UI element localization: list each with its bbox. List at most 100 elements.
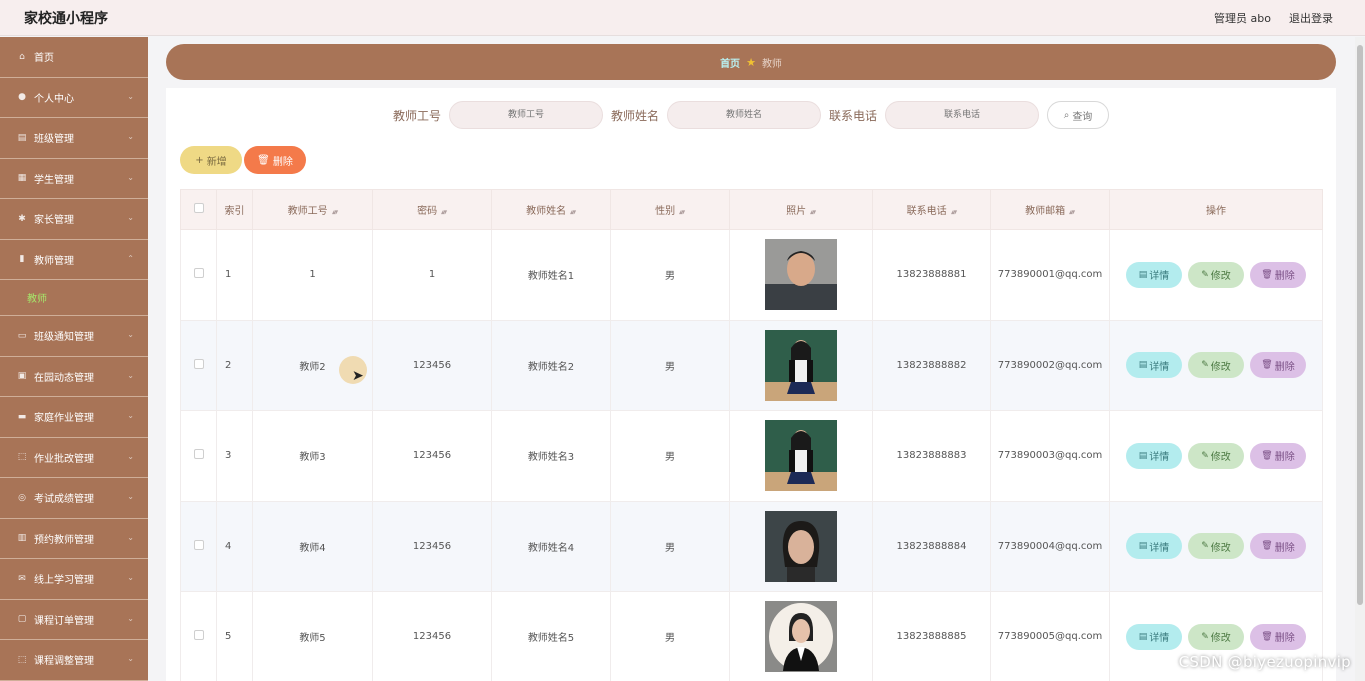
- select-all-checkbox[interactable]: [193, 203, 204, 213]
- delete-button[interactable]: 🗑 删除: [1250, 352, 1306, 379]
- row-checkbox-cell[interactable]: [180, 591, 217, 681]
- breadcrumb-home[interactable]: 首页: [720, 55, 740, 70]
- breadcrumb: 首页 ★ 教师: [166, 44, 1336, 80]
- cell-phone: 13823888884: [872, 500, 991, 592]
- sidebar-item-4[interactable]: ✱ 家长管理 ⌄: [0, 199, 148, 240]
- cell-name: 教师姓名2: [491, 319, 611, 411]
- search-input-1[interactable]: [667, 101, 821, 129]
- detail-button[interactable]: ▤ 详情: [1126, 352, 1182, 379]
- table-row[interactable]: 4 教师4 123456 教师姓名4 男 13823888884 773890004@qq.…: [180, 500, 1323, 592]
- sidebar-item-5[interactable]: ▮ 教师管理 ⌃: [0, 240, 148, 280]
- cart-icon: ▣: [17, 371, 27, 382]
- column-header: [180, 189, 217, 230]
- row-actions: ▤ 详情 ✎ 修改 🗑 删除: [1110, 352, 1322, 379]
- row-checkbox[interactable]: [193, 630, 204, 641]
- sort-icon[interactable]: ▲▼: [332, 209, 338, 215]
- sidebar-item-7[interactable]: ▣ 在园动态管理 ⌄: [0, 357, 148, 397]
- sidebar-item-3[interactable]: ▦ 学生管理 ⌄: [0, 159, 148, 199]
- row-checkbox[interactable]: [193, 268, 204, 279]
- table-row[interactable]: 1 1 1 教师姓名1 男 13823888881 773890001@qq.com ▤ 详情 ✎…: [180, 229, 1323, 321]
- pencil-icon: ✎: [1201, 450, 1209, 461]
- column-header[interactable]: 教师姓名 ▲▼: [491, 189, 611, 230]
- trash-icon: 🗑: [1261, 541, 1273, 552]
- search-button[interactable]: ⌕ 查询: [1047, 101, 1110, 129]
- photo-woman-portrait: [765, 510, 837, 582]
- grid-icon: ▦: [17, 173, 27, 184]
- edit-button-label: 修改: [1210, 361, 1231, 373]
- sidebar-item-6[interactable]: ▭ 班级通知管理 ⌄: [0, 316, 148, 357]
- mail-icon: ✉: [18, 573, 26, 584]
- frame-icon: ⬚: [17, 452, 27, 463]
- sidebar-item-8[interactable]: ▬ 家庭作业管理 ⌄: [0, 397, 148, 438]
- sidebar-item-label: 教师管理: [34, 255, 74, 267]
- detail-button[interactable]: ▤ 详情: [1126, 533, 1182, 560]
- column-header[interactable]: 教师邮箱 ▲▼: [990, 189, 1110, 230]
- column-header[interactable]: 密码 ▲▼: [372, 189, 492, 230]
- row-actions: ▤ 详情 ✎ 修改 🗑 删除: [1110, 442, 1322, 469]
- edit-button[interactable]: ✎ 修改: [1188, 352, 1244, 379]
- cell-photo: [729, 500, 873, 592]
- column-header-label: 教师邮箱: [1025, 206, 1066, 217]
- detail-button[interactable]: ▤ 详情: [1126, 623, 1182, 650]
- sort-icon[interactable]: ▲▼: [1069, 209, 1075, 215]
- sidebar-item-2[interactable]: ▤ 班级管理 ⌄: [0, 118, 148, 159]
- table-row[interactable]: 3 教师3 123456 教师姓名3 男 13823888883 773890003@qq.…: [180, 410, 1323, 502]
- edit-button[interactable]: ✎ 修改: [1188, 533, 1244, 560]
- sidebar: ⌂ 首页 ● 个人中心 ⌄ ▤ 班级管理 ⌄ ▦ 学生管理 ⌄ ✱ 家长管理 ⌄ ▮ 教师管理 ⌃ 教师 ▭ 班级通知…: [0, 37, 148, 681]
- search-input-0[interactable]: [448, 101, 603, 129]
- cell-phone: 13823888881: [872, 229, 991, 321]
- row-checkbox-cell[interactable]: [180, 319, 217, 411]
- row-checkbox-cell[interactable]: [180, 229, 217, 321]
- cell-email: 773890003@qq.com: [990, 410, 1110, 502]
- edit-button[interactable]: ✎ 修改: [1188, 623, 1244, 650]
- sidebar-item-10[interactable]: ◎ 考试成绩管理 ⌄: [0, 478, 148, 519]
- row-checkbox[interactable]: [193, 449, 204, 460]
- sidebar-subitem-teacher[interactable]: 教师: [0, 280, 148, 316]
- row-checkbox[interactable]: [193, 358, 204, 369]
- delete-button[interactable]: 🗑 删除: [1250, 442, 1306, 469]
- add-button[interactable]: + 新增: [180, 146, 242, 174]
- column-header-label: 教师姓名: [526, 206, 567, 217]
- sidebar-item-11[interactable]: ▥ 预约教师管理 ⌄: [0, 519, 148, 559]
- sidebar-item-12[interactable]: ✉ 线上学习管理 ⌄: [0, 559, 148, 600]
- sort-icon[interactable]: ▲▼: [441, 209, 447, 215]
- table-row[interactable]: 5 教师5 123456 教师姓名5 男 13823888885 773890005@qq.…: [180, 591, 1323, 681]
- admin-label[interactable]: 管理员 abo: [1214, 10, 1271, 26]
- sort-icon[interactable]: ▲▼: [951, 209, 957, 215]
- breadcrumb-current: 教师: [761, 58, 782, 70]
- edit-button[interactable]: ✎ 修改: [1188, 442, 1244, 469]
- row-checkbox-cell[interactable]: [180, 410, 217, 502]
- column-header[interactable]: 联系电话 ▲▼: [872, 189, 991, 230]
- scrollbar-thumb[interactable]: [1357, 45, 1363, 605]
- sort-icon[interactable]: ▲▼: [570, 209, 576, 215]
- detail-button[interactable]: ▤ 详情: [1126, 261, 1182, 288]
- sidebar-item-0[interactable]: ⌂ 首页: [0, 37, 148, 78]
- sidebar-item-14[interactable]: ⬚ 课程调整管理 ⌄: [0, 640, 148, 681]
- sidebar-item-label: 线上学习管理: [34, 575, 94, 587]
- sort-icon[interactable]: ▲▼: [810, 209, 816, 215]
- sidebar-item-9[interactable]: ⬚ 作业批改管理 ⌄: [0, 438, 148, 478]
- column-header-label: 操作: [1206, 206, 1226, 217]
- column-header[interactable]: 照片 ▲▼: [729, 189, 873, 230]
- detail-button[interactable]: ▤ 详情: [1126, 442, 1182, 469]
- delete-button[interactable]: 🗑 删除: [1250, 533, 1306, 560]
- page-scrollbar[interactable]: [1355, 37, 1365, 681]
- row-checkbox[interactable]: [193, 539, 204, 550]
- search-input-2[interactable]: [885, 101, 1040, 129]
- column-header[interactable]: 教师工号 ▲▼: [252, 189, 373, 230]
- delete-button[interactable]: 🗑 删除: [1250, 623, 1306, 650]
- delete-button[interactable]: 🗑 删除: [1250, 261, 1306, 288]
- row-actions: ▤ 详情 ✎ 修改 🗑 删除: [1110, 533, 1322, 560]
- column-header[interactable]: 性别 ▲▼: [610, 189, 730, 230]
- sidebar-item-label: 首页: [34, 53, 54, 65]
- sort-icon[interactable]: ▲▼: [679, 209, 685, 215]
- row-checkbox-cell[interactable]: [180, 500, 217, 592]
- cell-id: 1: [252, 229, 373, 321]
- logout-link[interactable]: 退出登录: [1289, 10, 1333, 26]
- cell-password: 123456: [372, 591, 492, 681]
- batch-delete-button[interactable]: 🗑 删除: [244, 146, 306, 174]
- edit-button[interactable]: ✎ 修改: [1188, 261, 1244, 288]
- photo-woman-oval: [765, 601, 837, 673]
- sidebar-item-13[interactable]: ▢ 课程订单管理 ⌄: [0, 600, 148, 640]
- sidebar-item-1[interactable]: ● 个人中心 ⌄: [0, 78, 148, 118]
